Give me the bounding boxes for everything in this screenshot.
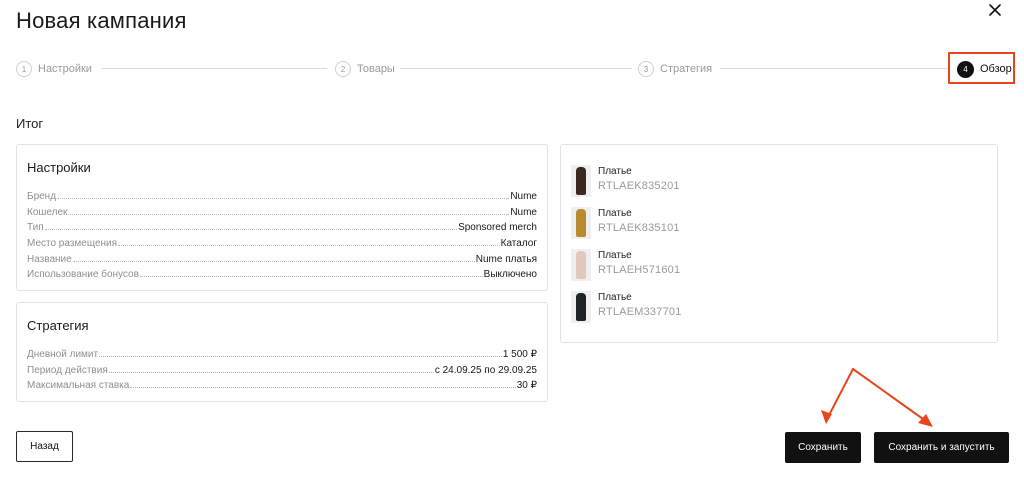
row-leader xyxy=(99,356,502,357)
row-value: Nume платья xyxy=(475,254,537,265)
dress-icon xyxy=(576,209,586,237)
product-thumbnail xyxy=(571,291,591,323)
row-value: Nume xyxy=(510,191,537,202)
step-label: Товары xyxy=(357,63,395,75)
arrow-to-save-and-launch xyxy=(852,368,931,425)
product-name: Платье xyxy=(598,208,632,219)
step-products[interactable]: 2 Товары xyxy=(335,57,395,81)
row-value: Nume xyxy=(510,207,537,218)
settings-row: Название Nume платья xyxy=(27,250,537,265)
step-strategy[interactable]: 3 Стратегия xyxy=(638,57,712,81)
products-card: Платье RTLAEK835201 Платье RTLAEK835101 … xyxy=(560,144,998,343)
back-button[interactable]: Назад xyxy=(16,431,73,462)
row-value: с 24.09.25 по 29.09.25 xyxy=(434,365,537,376)
settings-card: Настройки Бренд Nume Кошелек Nume Тип Spons… xyxy=(16,144,548,291)
product-item[interactable]: Платье RTLAEH571601 xyxy=(571,249,680,283)
row-value: Sponsored merch xyxy=(458,222,537,233)
row-leader xyxy=(68,214,510,215)
strategy-card-title: Стратегия xyxy=(27,318,89,333)
settings-row: Тип Sponsored merch xyxy=(27,218,537,233)
dress-icon xyxy=(576,167,586,195)
settings-row: Кошелек Nume xyxy=(27,203,537,218)
modal-title: Новая кампания xyxy=(16,8,187,33)
row-value: Каталог xyxy=(500,238,537,249)
row-leader xyxy=(108,372,434,373)
row-leader xyxy=(130,387,516,388)
product-name: Платье xyxy=(598,166,632,177)
row-key: Максимальная ставка xyxy=(27,380,130,391)
dress-icon xyxy=(576,293,586,321)
step-label: Настройки xyxy=(38,63,92,75)
row-key: Период действия xyxy=(27,365,108,376)
product-sku: RTLAEM337701 xyxy=(598,306,682,318)
summary-heading: Итог xyxy=(16,116,44,131)
product-item[interactable]: Платье RTLAEK835201 xyxy=(571,165,680,199)
product-item[interactable]: Платье RTLAEM337701 xyxy=(571,291,682,325)
row-value: 1 500 ₽ xyxy=(502,349,537,360)
step-label: Стратегия xyxy=(660,63,713,75)
product-thumbnail xyxy=(571,165,591,197)
settings-row: Место размещения Каталог xyxy=(27,234,537,249)
row-key: Тип xyxy=(27,222,44,233)
row-leader xyxy=(72,261,475,262)
row-value: Выключено xyxy=(483,269,537,280)
row-value: 30 ₽ xyxy=(516,380,537,391)
product-name: Платье xyxy=(598,292,632,303)
strategy-card: Стратегия Дневной лимит 1 500 ₽ Период де… xyxy=(16,302,548,402)
row-leader xyxy=(139,276,483,277)
strategy-row: Максимальная ставка 30 ₽ xyxy=(27,376,537,391)
close-icon xyxy=(989,4,1001,16)
arrowhead-icon xyxy=(918,414,933,427)
row-leader xyxy=(44,229,458,230)
step-connector xyxy=(400,68,632,69)
arrowhead-icon xyxy=(821,410,832,424)
step-number: 3 xyxy=(638,61,654,77)
product-sku: RTLAEH571601 xyxy=(598,264,681,276)
step-number: 1 xyxy=(16,61,32,77)
save-and-launch-button[interactable]: Сохранить и запустить xyxy=(874,432,1009,463)
row-key: Кошелек xyxy=(27,207,68,218)
arrow-to-save xyxy=(825,368,854,422)
strategy-row: Период действия с 24.09.25 по 29.09.25 xyxy=(27,361,537,376)
product-sku: RTLAEK835201 xyxy=(598,180,680,192)
step-number: 2 xyxy=(335,61,351,77)
settings-card-title: Настройки xyxy=(27,160,91,175)
strategy-row: Дневной лимит 1 500 ₽ xyxy=(27,345,537,360)
dress-icon xyxy=(576,251,586,279)
settings-row: Использование бонусов Выключено xyxy=(27,265,537,280)
row-key: Название xyxy=(27,254,72,265)
step-connector xyxy=(720,68,950,69)
row-key: Использование бонусов xyxy=(27,269,139,280)
product-sku: RTLAEK835101 xyxy=(598,222,680,234)
product-thumbnail xyxy=(571,249,591,281)
row-leader xyxy=(57,198,510,199)
product-thumbnail xyxy=(571,207,591,239)
row-key: Место размещения xyxy=(27,238,118,249)
product-name: Платье xyxy=(598,250,632,261)
row-key: Бренд xyxy=(27,191,57,202)
highlight-box xyxy=(948,52,1015,84)
step-connector xyxy=(102,68,327,69)
product-item[interactable]: Платье RTLAEK835101 xyxy=(571,207,680,241)
stepper: 1 Настройки 2 Товары 3 Стратегия 4 Обзор xyxy=(16,57,1016,81)
save-button[interactable]: Сохранить xyxy=(785,432,861,463)
step-settings[interactable]: 1 Настройки xyxy=(16,57,92,81)
settings-row: Бренд Nume xyxy=(27,187,537,202)
row-key: Дневной лимит xyxy=(27,349,99,360)
close-button[interactable] xyxy=(985,0,1005,20)
row-leader xyxy=(118,245,500,246)
